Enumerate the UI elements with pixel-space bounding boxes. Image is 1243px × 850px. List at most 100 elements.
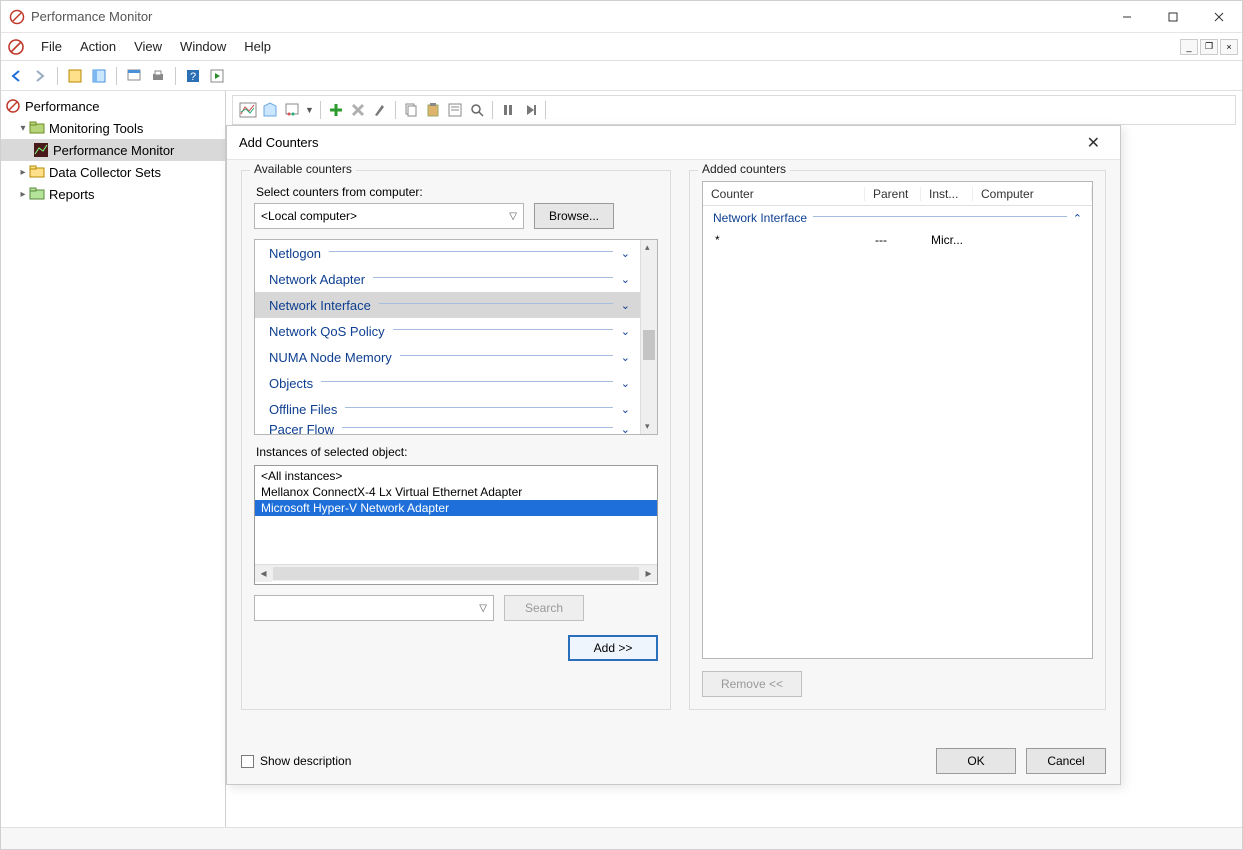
scroll-right-icon[interactable]: ▸ [640,565,657,582]
counter-category-item[interactable]: NUMA Node Memory⌄ [255,344,640,370]
add-button[interactable]: Add >> [568,635,658,661]
main-toolbar: ? [1,61,1242,91]
minimize-button[interactable] [1104,1,1150,33]
zoom-icon[interactable] [468,101,486,119]
paste-icon[interactable] [424,101,442,119]
properties-pane-icon[interactable] [90,67,108,85]
chevron-down-icon: ▽ [479,603,487,614]
tree-data-collector-sets[interactable]: ▸ Data Collector Sets [1,161,225,183]
view-report-icon[interactable] [283,101,301,119]
perfmon-app-icon [5,98,21,114]
print-icon[interactable] [149,67,167,85]
dropdown-icon[interactable]: ▼ [305,105,314,115]
perfmon-toolbar: ▼ [232,95,1236,125]
table-row[interactable]: * --- Micr... [703,230,1092,250]
menu-help[interactable]: Help [236,36,279,57]
tree-root-performance[interactable]: Performance [1,95,225,117]
tree-label: Data Collector Sets [49,165,161,180]
instance-item[interactable]: Microsoft Hyper-V Network Adapter [255,500,657,516]
counter-category-item[interactable]: Pacer Flow⌄ [255,422,640,434]
window-title: Performance Monitor [31,9,1104,24]
expand-icon[interactable]: ⌄ [621,351,630,364]
add-counter-icon[interactable] [327,101,345,119]
view-graph-icon[interactable] [239,101,257,119]
expand-icon[interactable]: ⌄ [621,403,630,416]
freeze-icon[interactable] [499,101,517,119]
counter-category-item[interactable]: Objects⌄ [255,370,640,396]
expand-icon[interactable]: ⌄ [621,273,630,286]
col-counter[interactable]: Counter [703,187,865,201]
added-counters-table[interactable]: Counter Parent Inst... Computer Network … [702,181,1093,659]
group-label: Added counters [698,162,790,176]
scrollbar-thumb[interactable] [643,330,655,360]
instance-item[interactable]: Mellanox ConnectX-4 Lx Virtual Ethernet … [255,484,657,500]
horizontal-scrollbar[interactable]: ◂ ▸ [255,564,657,581]
scroll-up-icon[interactable]: ▴ [645,242,650,253]
expand-icon[interactable]: ▸ [17,189,29,200]
tree-reports[interactable]: ▸ Reports [1,183,225,205]
mdi-close-button[interactable]: × [1220,39,1238,55]
menu-window[interactable]: Window [172,36,234,57]
counter-category-item[interactable]: Offline Files⌄ [255,396,640,422]
vertical-scrollbar[interactable]: ▴ ▾ [640,240,657,434]
col-parent[interactable]: Parent [865,187,921,201]
statusbar [1,827,1242,849]
tree-label: Reports [49,187,95,202]
counter-group-row[interactable]: Network Interface ⌃ [703,206,1092,230]
instances-list[interactable]: <All instances> Mellanox ConnectX-4 Lx V… [254,465,658,585]
counter-category-item[interactable]: Network Adapter⌄ [255,266,640,292]
collapse-icon[interactable]: ▾ [17,123,29,134]
counter-category-list[interactable]: Netlogon⌄ Network Adapter⌄ Network Inter… [254,239,658,435]
tree-label: Monitoring Tools [49,121,143,136]
menu-file[interactable]: File [33,36,70,57]
close-button[interactable] [1196,1,1242,33]
select-computer-label: Select counters from computer: [256,185,658,199]
counter-category-item[interactable]: Network QoS Policy⌄ [255,318,640,344]
col-computer[interactable]: Computer [973,187,1092,201]
svg-text:?: ? [190,71,196,83]
run-icon[interactable] [208,67,226,85]
properties-icon[interactable] [446,101,464,119]
delete-counter-icon[interactable] [349,101,367,119]
back-icon[interactable] [7,67,25,85]
show-hide-tree-icon[interactable] [66,67,84,85]
mdi-restore-button[interactable]: ❐ [1200,39,1218,55]
expand-icon[interactable]: ⌄ [621,377,630,390]
counter-category-item[interactable]: Network Interface⌄ [255,292,640,318]
menu-action[interactable]: Action [72,36,124,57]
expand-icon[interactable]: ⌄ [621,299,630,312]
add-counters-dialog: Add Counters ✕ Available counters Select… [226,125,1121,785]
copy-icon[interactable] [402,101,420,119]
view-histogram-icon[interactable] [261,101,279,119]
expand-icon[interactable]: ▸ [17,167,29,178]
help-icon[interactable]: ? [184,67,202,85]
navigation-tree[interactable]: Performance ▾ Monitoring Tools Performan… [1,91,226,827]
cancel-button[interactable]: Cancel [1026,748,1106,774]
tree-performance-monitor[interactable]: Performance Monitor [1,139,225,161]
scroll-down-icon[interactable]: ▾ [645,421,650,432]
search-combo[interactable]: ▽ [254,595,494,621]
mdi-minimize-button[interactable]: _ [1180,39,1198,55]
computer-select[interactable]: <Local computer> ▽ [254,203,524,229]
show-description-checkbox[interactable] [241,755,254,768]
instance-item[interactable]: <All instances> [255,468,657,484]
table-header: Counter Parent Inst... Computer [703,182,1092,206]
col-instance[interactable]: Inst... [921,187,973,201]
collapse-icon[interactable]: ⌃ [1073,212,1082,225]
forward-icon[interactable] [31,67,49,85]
browse-button[interactable]: Browse... [534,203,614,229]
folder-icon [29,164,45,180]
scroll-left-icon[interactable]: ◂ [255,565,272,582]
highlight-icon[interactable] [371,101,389,119]
maximize-button[interactable] [1150,1,1196,33]
tree-monitoring-tools[interactable]: ▾ Monitoring Tools [1,117,225,139]
counter-category-item[interactable]: Netlogon⌄ [255,240,640,266]
expand-icon[interactable]: ⌄ [621,247,630,260]
ok-button[interactable]: OK [936,748,1016,774]
dialog-close-button[interactable]: ✕ [1079,129,1108,157]
expand-icon[interactable]: ⌄ [621,325,630,338]
new-window-icon[interactable] [125,67,143,85]
update-icon[interactable] [521,101,539,119]
menu-view[interactable]: View [126,36,170,57]
chart-icon [33,142,49,158]
